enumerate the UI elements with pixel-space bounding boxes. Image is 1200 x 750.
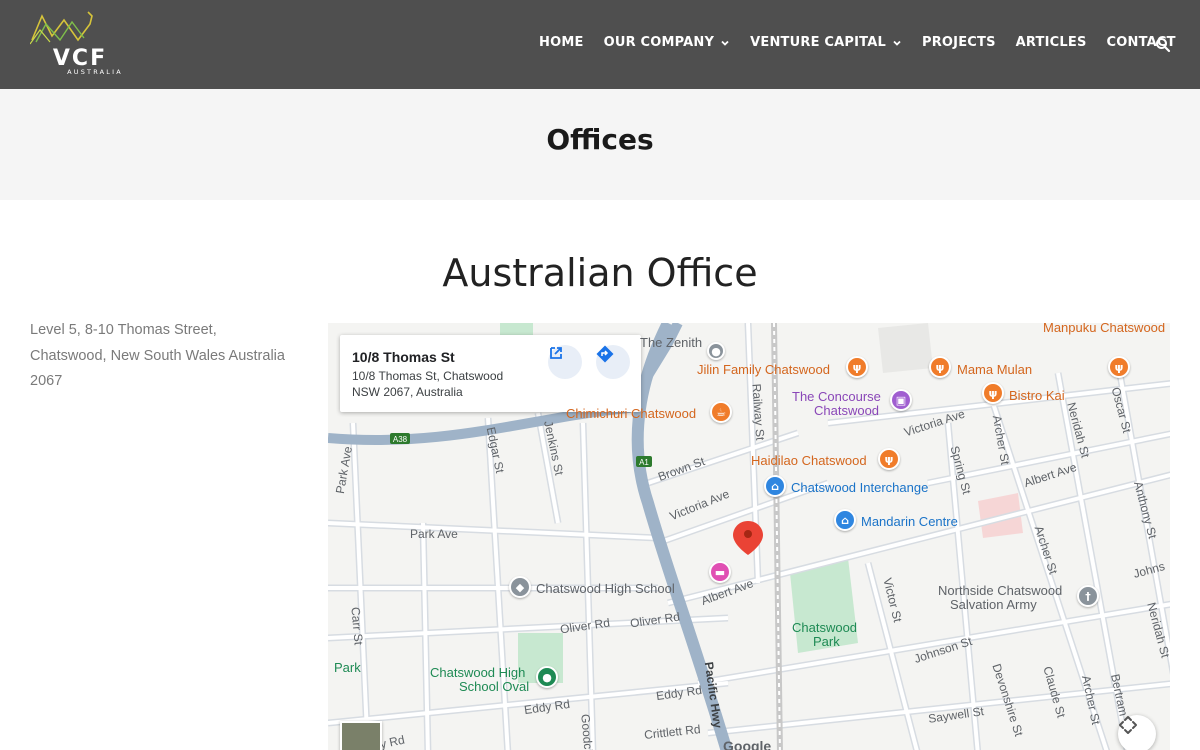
page-title-banner: Offices xyxy=(0,89,1200,200)
place-label[interactable]: Chatswood xyxy=(792,621,857,635)
zenith-pin-icon[interactable]: ● xyxy=(707,342,725,360)
directions-icon xyxy=(596,345,614,363)
a38-label: A38 xyxy=(393,435,408,444)
fullscreen-button[interactable] xyxy=(1118,715,1156,750)
nav-item-articles[interactable]: ARTICLES xyxy=(1016,35,1087,50)
place-label[interactable]: Chatswood Interchange xyxy=(791,481,928,495)
shopping-pin-icon[interactable]: ⌂ xyxy=(834,509,856,531)
place-info-card[interactable]: 10/8 Thomas St 10/8 Thomas St, Chatswood… xyxy=(340,335,641,412)
restaurant-pin-icon[interactable]: ψ xyxy=(1108,356,1130,378)
place-label[interactable]: Park xyxy=(334,661,361,675)
nav-item-label: HOME xyxy=(539,35,584,50)
restaurant-pin-icon[interactable]: ψ xyxy=(929,356,951,378)
place-label[interactable]: The Zenith xyxy=(640,336,702,350)
place-label[interactable]: School Oval xyxy=(459,680,529,694)
address-line: Level 5, 8-10 Thomas Street, xyxy=(30,322,217,338)
logo-subtext: AUSTRALIA xyxy=(67,68,123,76)
place-label[interactable]: Chatswood High School xyxy=(536,582,675,596)
place-label[interactable]: Mama Mulan xyxy=(957,363,1032,377)
nav-item-venture-capital[interactable]: VENTURE CAPITAL xyxy=(750,35,902,50)
place-title: 10/8 Thomas St xyxy=(352,349,455,365)
section-title: Australian Office xyxy=(442,251,758,295)
address-line: 2067 xyxy=(30,373,63,389)
place-label[interactable]: The Concourse xyxy=(792,390,881,404)
place-label[interactable]: Northside Chatswood xyxy=(938,584,1062,598)
place-label[interactable]: Haidilao Chatswood xyxy=(751,454,867,468)
nav-item-our-company[interactable]: OUR COMPANY xyxy=(604,35,731,50)
place-label[interactable]: Jilin Family Chatswood xyxy=(697,363,830,377)
nav-item-home[interactable]: HOME xyxy=(539,35,584,50)
directions-button[interactable] xyxy=(596,345,630,379)
place-label[interactable]: Manpuku Chatswood xyxy=(1043,323,1165,335)
nav-item-label: PROJECTS xyxy=(921,35,996,50)
chevron-down-icon xyxy=(893,40,901,46)
restaurant-pin-icon[interactable]: ψ xyxy=(878,448,900,470)
hotel-pin-icon[interactable]: ▬ xyxy=(709,561,731,583)
nav-item-label: ARTICLES xyxy=(1015,35,1087,50)
google-logo[interactable]: Google xyxy=(723,738,771,750)
place-address-line: 10/8 Thomas St, Chatswood xyxy=(352,369,504,383)
school-pin-icon[interactable]: ◆ xyxy=(509,576,531,598)
nav-item-label: VENTURE CAPITAL xyxy=(750,35,886,50)
place-label[interactable]: Chatswood High xyxy=(430,666,525,680)
place-label[interactable]: Chatswood xyxy=(814,404,879,418)
restaurant-pin-icon[interactable]: ψ xyxy=(982,382,1004,404)
place-label[interactable]: Bistro Kai xyxy=(1009,389,1065,403)
nav-item-label: OUR COMPANY xyxy=(603,35,715,50)
transit-pin-icon[interactable]: ⌂ xyxy=(764,475,786,497)
place-label[interactable]: Mandarin Centre xyxy=(861,515,958,529)
main-nav: HOME OUR COMPANY VENTURE CAPITAL PROJECTS AR… xyxy=(539,35,1196,50)
park-pin-icon[interactable]: ● xyxy=(536,666,558,688)
nav-item-projects[interactable]: PROJECTS xyxy=(922,35,996,50)
restaurant-pin-icon[interactable]: ψ xyxy=(846,356,868,378)
address-line: Chatswood, New South Wales Australia xyxy=(30,347,285,364)
open-in-maps-button[interactable] xyxy=(548,345,582,379)
building-area xyxy=(878,323,933,373)
open-in-new-icon xyxy=(550,347,562,359)
place-label[interactable]: Salvation Army xyxy=(950,598,1037,612)
place-label[interactable]: Park xyxy=(813,635,840,649)
satellite-toggle-thumbnail[interactable] xyxy=(340,721,382,750)
church-pin-icon[interactable]: † xyxy=(1077,585,1099,607)
search-icon[interactable] xyxy=(1155,37,1171,53)
shopping-pin-icon[interactable]: ▣ xyxy=(890,389,912,411)
google-map[interactable]: A38 A1 10/8 Thomas St 10/8 Thomas St, Ch… xyxy=(323,318,1170,750)
fullscreen-icon xyxy=(1119,716,1137,734)
chevron-down-icon xyxy=(721,40,729,46)
site-header: VCF AUSTRALIA HOME OUR COMPANY VENTURE CAP… xyxy=(0,0,1200,89)
place-label[interactable]: Chimichuri Chatswood xyxy=(566,407,696,421)
street-label: Park Ave xyxy=(410,527,458,541)
place-address-line: NSW 2067, Australia xyxy=(352,385,463,399)
page-title: Offices xyxy=(546,123,654,156)
cafe-pin-icon[interactable]: ☕ xyxy=(710,401,732,423)
a1-label: A1 xyxy=(639,458,649,467)
office-address: Level 5, 8-10 Thomas Street, Chatswood, … xyxy=(30,318,310,395)
